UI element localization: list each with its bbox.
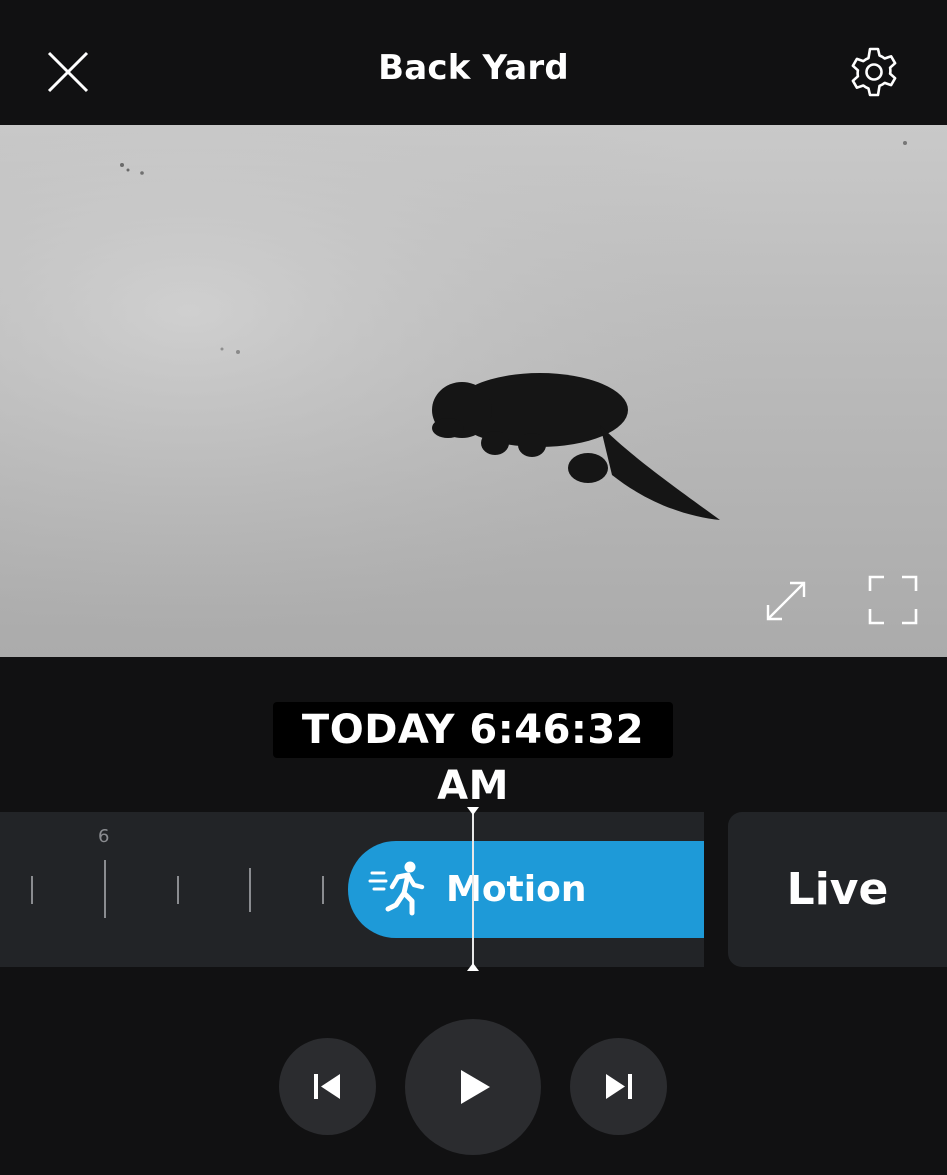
timeline-tick-label: 6: [98, 826, 110, 847]
gear-icon: [851, 47, 897, 97]
running-person-icon: [368, 861, 425, 916]
fullscreen-icon: [868, 575, 918, 625]
camera-title: Back Yard: [378, 48, 569, 88]
timeline-tick: [177, 876, 179, 904]
timeline-tick: [31, 876, 33, 904]
playhead[interactable]: [464, 803, 482, 973]
live-button[interactable]: Live: [728, 812, 947, 967]
expand-button[interactable]: [760, 575, 812, 627]
timestamp-label: TODAY 6:46:32 AM: [273, 702, 673, 809]
timeline-scrubber[interactable]: 6 Motion: [0, 812, 704, 967]
expand-arrows-icon: [766, 581, 806, 621]
top-bar: Back Yard: [0, 0, 947, 125]
play-button[interactable]: [405, 1019, 541, 1155]
next-event-button[interactable]: [570, 1038, 667, 1135]
play-icon: [461, 1070, 490, 1104]
skip-previous-icon: [314, 1074, 340, 1099]
timeline-tick: [249, 868, 251, 912]
previous-event-button[interactable]: [279, 1038, 376, 1135]
fullscreen-button[interactable]: [864, 571, 922, 629]
playhead-marker: [467, 807, 479, 971]
settings-button[interactable]: [846, 44, 902, 100]
timeline-tick-major: [104, 860, 106, 918]
skip-next-icon: [606, 1074, 632, 1099]
motion-event-clip[interactable]: Motion: [348, 841, 704, 938]
timeline-tick: [322, 876, 324, 904]
video-player[interactable]: [0, 125, 947, 657]
